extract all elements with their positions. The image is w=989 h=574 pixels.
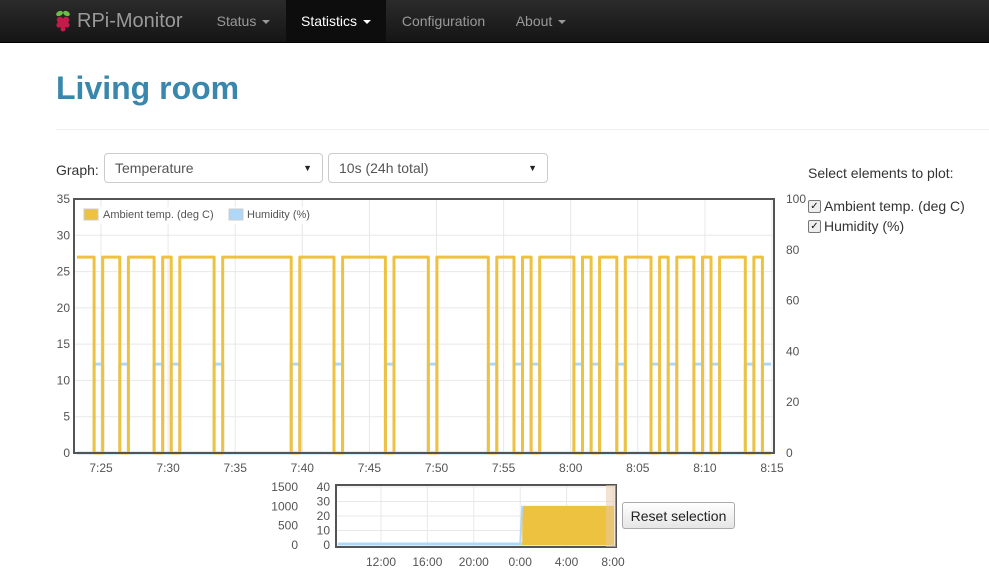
- overview-temperature-area: [522, 505, 614, 545]
- nav-configuration-label: Configuration: [401, 13, 486, 29]
- y-right-tick-label: 40: [786, 344, 800, 358]
- overview-y-left-tick-label: 500: [278, 519, 298, 533]
- x-tick-label: 7:25: [89, 461, 113, 475]
- y-left-tick-label: 35: [57, 192, 71, 206]
- x-tick-label: 8:00: [559, 461, 583, 475]
- nav-about[interactable]: About: [501, 0, 581, 42]
- overview-plot-frame: [335, 484, 617, 548]
- overview-y-left-tick-label: 0: [291, 538, 298, 552]
- graph-select-value: Temperature: [115, 160, 194, 176]
- caret-down-icon: [558, 20, 567, 24]
- nav-configuration[interactable]: Configuration: [386, 0, 501, 42]
- graph-select[interactable]: Temperature ▼: [104, 153, 323, 183]
- interval-select[interactable]: 10s (24h total) ▼: [328, 153, 548, 183]
- divider: [56, 129, 989, 130]
- y-left-tick-label: 20: [57, 301, 71, 315]
- x-tick-label: 8:15: [760, 461, 784, 475]
- checkbox-checked-icon[interactable]: ✓: [808, 219, 821, 233]
- humidity-line: [77, 362, 771, 455]
- x-tick-label: 7:35: [224, 461, 248, 475]
- top-navbar: RPi-Monitor Status Statistics Configurat…: [0, 0, 989, 43]
- dropdown-arrow-icon: ▼: [528, 163, 537, 173]
- overview-y-right-tick-label: 20: [317, 509, 331, 523]
- overview-selection[interactable]: [606, 485, 616, 547]
- overview-x-tick-label: 0:00: [509, 555, 533, 569]
- x-tick-label: 7:30: [156, 461, 180, 475]
- plot-option-temp[interactable]: ✓ Ambient temp. (deg C): [808, 198, 965, 214]
- x-tick-label: 7:55: [492, 461, 516, 475]
- legend-swatch-temp: [83, 208, 99, 221]
- x-tick-label: 7:40: [291, 461, 315, 475]
- temperature-line: [77, 255, 771, 455]
- nav-statistics[interactable]: Statistics: [286, 0, 386, 42]
- brand[interactable]: RPi-Monitor: [54, 0, 183, 42]
- overview-x-tick-label: 12:00: [366, 555, 396, 569]
- overview-y-right-tick-label: 40: [317, 480, 331, 494]
- x-tick-label: 8:10: [693, 461, 717, 475]
- y-right-tick-label: 0: [786, 446, 793, 460]
- plot-option-humidity[interactable]: ✓ Humidity (%): [808, 218, 904, 234]
- dropdown-arrow-icon: ▼: [303, 163, 312, 173]
- nav-about-label: About: [515, 13, 553, 29]
- overview-y-right-tick-label: 0: [323, 538, 330, 552]
- y-left-tick-label: 30: [57, 228, 71, 242]
- reset-selection-button[interactable]: Reset selection: [622, 502, 735, 529]
- nav-statistics-label: Statistics: [300, 13, 357, 29]
- overview-x-tick-label: 8:00: [601, 555, 625, 569]
- caret-down-icon: [363, 20, 371, 24]
- interval-select-value: 10s (24h total): [339, 160, 429, 176]
- nav-status-label: Status: [216, 13, 257, 29]
- plot-option-temp-label: Ambient temp. (deg C): [824, 198, 965, 214]
- overview-x-tick-label: 4:00: [555, 555, 579, 569]
- checkbox-checked-icon[interactable]: ✓: [808, 199, 821, 213]
- y-right-tick-label: 100: [786, 192, 806, 206]
- y-right-tick-label: 80: [786, 243, 800, 257]
- y-right-tick-label: 60: [786, 294, 800, 308]
- main-plot-frame: [73, 198, 775, 454]
- x-tick-label: 7:50: [425, 461, 449, 475]
- overview-y-left-tick-label: 1000: [271, 499, 298, 513]
- plot-option-humidity-label: Humidity (%): [824, 218, 905, 234]
- brand-title: RPi-Monitor: [77, 9, 183, 32]
- overview-x-tick-label: 20:00: [459, 555, 489, 569]
- legend-temp-label: Ambient temp. (deg C): [103, 209, 214, 221]
- select-elements-title: Select elements to plot:: [808, 165, 954, 181]
- y-left-tick-label: 15: [57, 337, 71, 351]
- nav-status[interactable]: Status: [203, 0, 284, 42]
- x-tick-label: 7:45: [358, 461, 382, 475]
- y-left-tick-label: 0: [63, 446, 70, 460]
- overview-x-tick-label: 16:00: [412, 555, 442, 569]
- overview-y-right-tick-label: 30: [317, 495, 331, 509]
- y-left-tick-label: 10: [57, 373, 71, 387]
- y-right-tick-label: 20: [786, 395, 800, 409]
- overview-y-right-tick-label: 10: [317, 524, 331, 538]
- caret-down-icon: [262, 20, 271, 24]
- overview-humidity-spike: [519, 505, 524, 546]
- main-legend: Ambient temp. (deg C) Humidity (%): [82, 207, 320, 224]
- graph-label: Graph:: [56, 162, 99, 178]
- x-tick-label: 8:05: [626, 461, 650, 475]
- legend-humidity-label: Humidity (%): [247, 209, 310, 221]
- y-left-tick-label: 25: [57, 265, 71, 279]
- raspberry-logo-icon: [56, 10, 70, 32]
- y-left-tick-label: 5: [63, 410, 70, 424]
- page-title: Living room: [56, 70, 240, 106]
- overview-y-left-tick-label: 1500: [271, 480, 298, 494]
- legend-swatch-humidity: [228, 208, 244, 221]
